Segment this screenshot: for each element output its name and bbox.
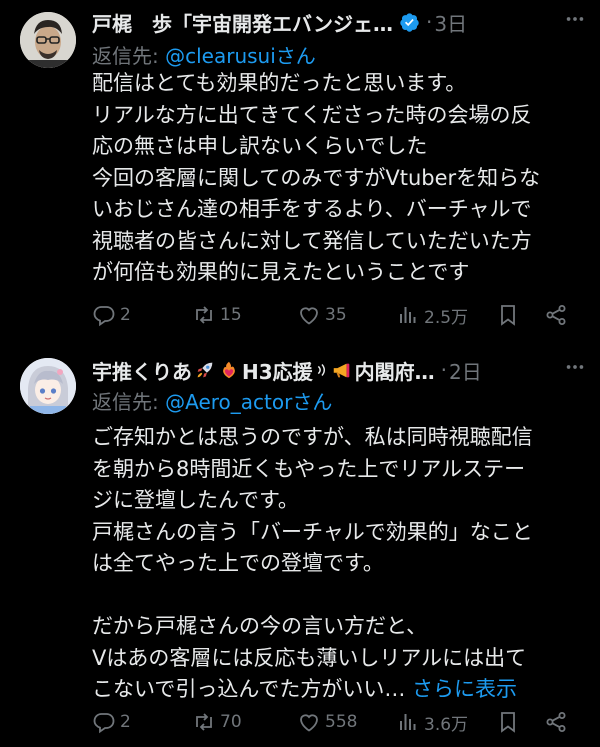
tweet-text-line: リアルな方に出てきてくださった時の会場の反 <box>92 102 532 127</box>
avatar-image <box>20 358 76 414</box>
tweet-text-line: を朝から8時間近くもやった上でリアルステー <box>92 456 526 481</box>
verified-badge-icon <box>400 12 419 32</box>
megaphone-icon <box>333 363 349 378</box>
heart-icon <box>300 307 318 325</box>
fire-heart-icon <box>223 361 235 379</box>
views-button[interactable]: 2.5万 <box>396 301 468 329</box>
views-icon <box>400 307 416 323</box>
separator-dot: · <box>440 358 448 382</box>
author-name-part[interactable]: H3応援 <box>242 356 313 385</box>
like-count: 35 <box>325 305 347 325</box>
rocket-emoji-icon <box>194 359 216 381</box>
reply-count: 2 <box>120 712 131 732</box>
views-icon <box>400 714 416 730</box>
reply-to-handle[interactable]: @Aero_actor <box>165 390 292 414</box>
tweet-text-line: 今回の客層に関してのみですがVtuberを知らな <box>92 165 541 190</box>
timestamp[interactable]: 3日 <box>434 8 467 37</box>
bookmark-button[interactable] <box>496 301 520 329</box>
separator-dot: · <box>426 10 433 34</box>
repost-count: 15 <box>220 305 242 325</box>
share-button[interactable] <box>544 708 568 736</box>
bookmark-icon <box>501 305 515 326</box>
repost-button[interactable]: 70 <box>192 708 242 736</box>
avatar[interactable] <box>20 12 76 68</box>
author-name-part[interactable]: 内閣府… <box>355 356 435 385</box>
reply-count: 2 <box>120 305 131 325</box>
reply-icon <box>93 713 115 734</box>
reply-button[interactable]: 2 <box>92 708 131 736</box>
tweet-body: 配信はとても効果的だったと思います。 リアルな方に出てきてくださった時の会場の反… <box>92 68 588 289</box>
avatar[interactable] <box>20 358 76 414</box>
tweet-text-line: ジに登壇したんです。 <box>92 488 299 512</box>
heart-icon <box>300 714 318 732</box>
reply-to-suffix[interactable]: さん <box>276 44 316 68</box>
reply-icon <box>93 306 115 327</box>
reply-to: 返信先: @clearusuiさん <box>92 40 316 69</box>
like-button[interactable]: 558 <box>297 708 357 736</box>
show-more-link[interactable]: さらに表示 <box>412 677 517 701</box>
megaphone-emoji-icon <box>331 359 353 381</box>
reply-to-label: 返信先: <box>92 390 166 414</box>
repost-icon <box>196 306 212 324</box>
tweet-text-line: こないで引っ込んでた方がいい… <box>92 677 406 701</box>
views-button[interactable]: 3.6万 <box>396 708 468 736</box>
share-icon <box>546 305 566 325</box>
repost-count: 70 <box>220 712 242 732</box>
avatar-image <box>20 12 76 68</box>
fire-heart-emoji-icon <box>218 359 240 381</box>
repost-icon <box>196 713 212 731</box>
tweet-text-line: 配信はとても効果的だったと思います。 <box>92 71 467 95</box>
action-bar: 2 70 558 3.6万 <box>92 708 584 736</box>
tweet[interactable]: 戸梶 歩「宇宙開発エバンジェ… · 3日 返信先: @clearusuiさん 配… <box>0 0 600 340</box>
tweet-text-line: だから戸梶さんの今の言い方だと、 <box>92 614 428 638</box>
tweet-text-line: ご存知かとは思うのですが、私は同時視聴配信 <box>92 425 533 449</box>
tweet-text-line: 応の無さは申し訳ないくらいでした <box>92 134 428 158</box>
author-name[interactable]: 戸梶 歩「宇宙開発エバンジェ… <box>92 8 393 37</box>
tweet-text-line <box>92 580 588 612</box>
wifi-icon <box>317 364 325 376</box>
tweet-text-line-last: こないで引っ込んでた方がいい… さらに表示 <box>92 674 588 706</box>
bookmark-button[interactable] <box>496 708 520 736</box>
share-button[interactable] <box>544 301 568 329</box>
tweet-text-line: が何倍も効果的に見えたということです <box>92 260 470 284</box>
tweet-body: ご存知かとは思うのですが、私は同時視聴配信 を朝から8時間近くもやった上でリアル… <box>92 422 588 706</box>
tweet-header: 宇推くりあ H3応援 内閣府… · 2日 <box>92 354 590 386</box>
views-count: 3.6万 <box>424 714 469 735</box>
more-icon[interactable] <box>564 356 586 378</box>
bookmark-icon <box>501 712 515 733</box>
tweet-header: 戸梶 歩「宇宙開発エバンジェ… · 3日 <box>92 6 590 38</box>
tweet-text-line: いおじさん達の相手をするより、バーチャルで <box>92 197 532 221</box>
tweet-text-line: は全てやった上での登壇です。 <box>92 551 384 575</box>
like-count: 558 <box>325 712 358 732</box>
more-icon[interactable] <box>564 8 586 30</box>
reply-to-handle[interactable]: @clearusui <box>165 44 276 68</box>
repost-button[interactable]: 15 <box>192 301 242 329</box>
tweet-text-line: 視聴者の皆さんに対して発信していただいた方 <box>92 228 532 253</box>
tweet-text-line: 戸梶さんの言う「バーチャルで効果的」なこと <box>92 519 533 544</box>
author-name[interactable]: 宇推くりあ <box>92 356 192 385</box>
action-bar: 2 15 35 2.5万 <box>92 301 584 329</box>
tweet-text-line: Vはあの客層には反応も薄いしリアルには出て <box>92 645 527 670</box>
antenna-emoji-icon <box>315 359 329 381</box>
share-icon <box>546 712 566 732</box>
tweet[interactable]: 宇推くりあ H3応援 内閣府… · 2日 返信先: @Aero_actorさん … <box>0 340 600 747</box>
reply-to-label: 返信先: <box>92 44 166 68</box>
views-count: 2.5万 <box>424 307 469 328</box>
like-button[interactable]: 35 <box>297 301 347 329</box>
timestamp[interactable]: 2日 <box>449 356 482 385</box>
rocket-icon <box>197 362 213 378</box>
reply-button[interactable]: 2 <box>92 301 131 329</box>
reply-to: 返信先: @Aero_actorさん <box>92 386 332 415</box>
reply-to-suffix[interactable]: さん <box>292 390 332 414</box>
